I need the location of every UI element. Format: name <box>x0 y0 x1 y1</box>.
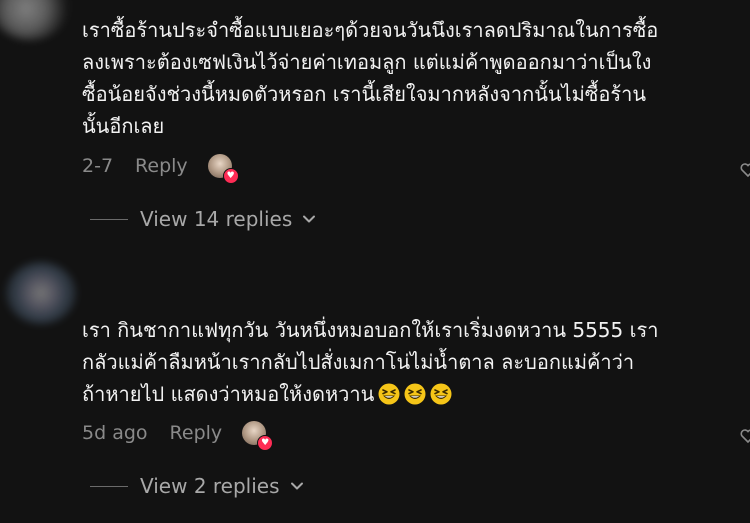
view-replies-button[interactable]: View 14 replies <box>90 207 316 231</box>
comment-text-body: เรา กินชากาแฟทุกวัน วันหนึ่งหมอบอกให้เรา… <box>82 318 659 406</box>
comment-timestamp: 5d ago <box>82 422 148 444</box>
heart-icon: ♥ <box>257 435 274 451</box>
like-heart-icon[interactable] <box>740 162 750 178</box>
chevron-down-icon <box>290 482 303 490</box>
heart-icon: ♥ <box>222 168 239 184</box>
view-replies-button[interactable]: View 2 replies <box>90 474 304 498</box>
comment-meta: 2-7 Reply ♥ <box>82 154 239 184</box>
grinning-squinting-face-icon <box>378 383 400 405</box>
comment-item: เรา กินชากาแฟทุกวัน วันหนึ่งหมอบอกให้เรา… <box>82 314 722 410</box>
grinning-squinting-face-icon <box>404 383 426 405</box>
commenter-avatar[interactable] <box>6 262 76 324</box>
comment-timestamp: 2-7 <box>82 155 114 177</box>
reply-button[interactable]: Reply <box>135 155 188 177</box>
divider-line <box>90 218 128 220</box>
chevron-down-icon <box>303 215 316 223</box>
like-heart-icon[interactable] <box>740 428 750 444</box>
view-replies-label: View 2 replies <box>140 474 280 498</box>
comment-meta: 5d ago Reply ♥ <box>82 421 274 451</box>
comment-text: เรา กินชากาแฟทุกวัน วันหนึ่งหมอบอกให้เรา… <box>82 314 722 410</box>
creator-liked-avatar: ♥ <box>242 421 274 451</box>
grinning-squinting-face-icon <box>430 383 452 405</box>
creator-liked-avatar: ♥ <box>207 154 239 184</box>
divider-line <box>90 485 128 487</box>
comment-text: เราซื้อร้านประจำซื้อแบบเยอะๆด้วยจนวันนึง… <box>82 18 659 138</box>
comment-item: เราซื้อร้านประจำซื้อแบบเยอะๆด้วยจนวันนึง… <box>82 14 722 142</box>
view-replies-label: View 14 replies <box>140 207 293 231</box>
reply-button[interactable]: Reply <box>170 422 223 444</box>
emoji-group <box>374 382 452 406</box>
commenter-avatar[interactable] <box>0 0 70 40</box>
